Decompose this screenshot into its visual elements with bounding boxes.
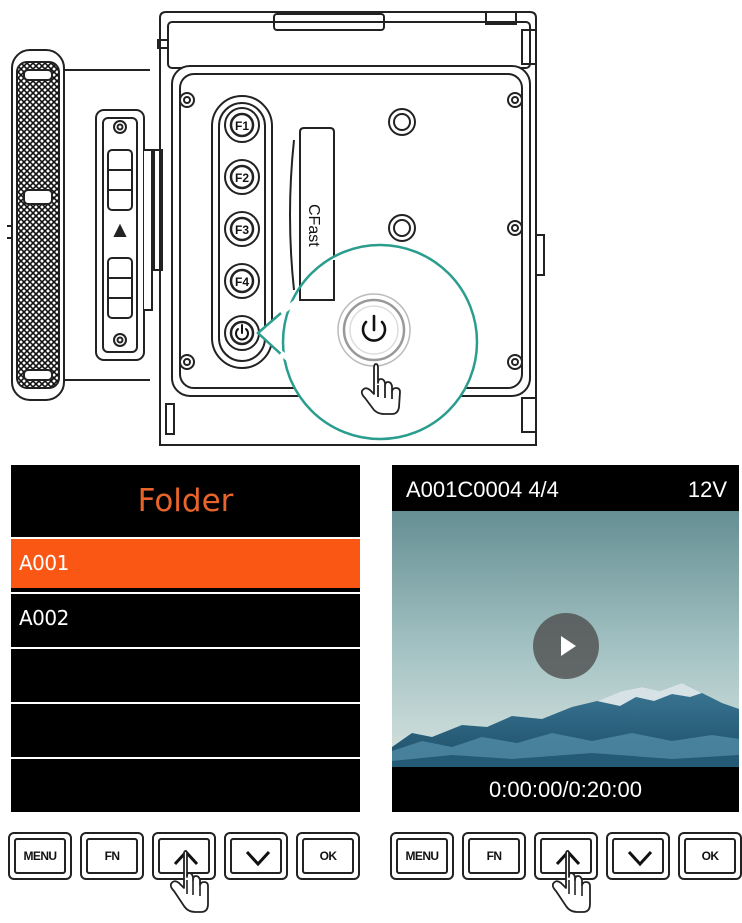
function-button-f3[interactable]: F3 [224, 211, 260, 247]
button-row-right: MENU FN OK [390, 832, 742, 913]
function-button-f4[interactable]: F4 [224, 263, 260, 299]
function-button-f2[interactable]: F2 [224, 159, 260, 195]
ok-button[interactable]: OK [678, 832, 742, 880]
ok-button[interactable]: OK [296, 832, 360, 880]
folder-item-a002[interactable]: A002 [11, 592, 360, 643]
play-icon [561, 636, 576, 656]
lever-mount [95, 109, 153, 361]
down-arrow-icon [627, 850, 653, 867]
folder-title: Folder [137, 483, 234, 519]
fn-button[interactable]: FN [80, 832, 144, 880]
menu-button-label: MENU [405, 849, 440, 863]
hand-pointer-icon [552, 850, 591, 913]
down-arrow-icon [245, 850, 271, 867]
folder-item-empty[interactable] [11, 757, 360, 812]
cfast-slot-label: CFast [305, 204, 322, 247]
button-row-left: MENU FN OK [8, 832, 360, 913]
clip-name: A001C0004 4/4 [406, 477, 559, 502]
fn-button-label: FN [104, 849, 120, 863]
playback-screen: A001C0004 4/4 12V 0:00:00/0:20:00 [392, 465, 739, 812]
down-button[interactable] [224, 832, 288, 880]
menu-button[interactable]: MENU [390, 832, 454, 880]
svg-text:F4: F4 [235, 275, 249, 289]
power-button-zoomed[interactable] [337, 293, 411, 367]
power-button-small[interactable] [224, 315, 260, 351]
down-button[interactable] [606, 832, 670, 880]
fn-button-label: FN [486, 849, 502, 863]
play-button[interactable] [533, 613, 599, 679]
folder-item-empty[interactable] [11, 647, 360, 698]
timecode: 0:00:00/0:20:00 [489, 777, 642, 802]
folder-item-a001[interactable]: A001 [11, 537, 360, 588]
folder-screen: Folder A001 A002 [11, 465, 360, 812]
folder-item-empty[interactable] [11, 702, 360, 753]
camera-illustration: F1 F2 F3 F4 CFast [7, 11, 545, 446]
function-button-f1[interactable]: F1 [224, 107, 260, 143]
folder-item-label: A002 [19, 606, 69, 630]
ok-button-label: OK [701, 849, 719, 863]
menu-button-label: MENU [23, 849, 58, 863]
ok-button-label: OK [319, 849, 337, 863]
svg-text:F1: F1 [235, 119, 249, 133]
svg-text:F2: F2 [235, 171, 249, 185]
fn-button[interactable]: FN [462, 832, 526, 880]
svg-text:F3: F3 [235, 223, 249, 237]
hand-pointer-icon [170, 850, 209, 913]
menu-button[interactable]: MENU [8, 832, 72, 880]
playback-status-bar: A001C0004 4/4 12V [392, 465, 739, 511]
voltage-readout: 12V [687, 477, 727, 502]
folder-item-label: A001 [19, 551, 69, 575]
